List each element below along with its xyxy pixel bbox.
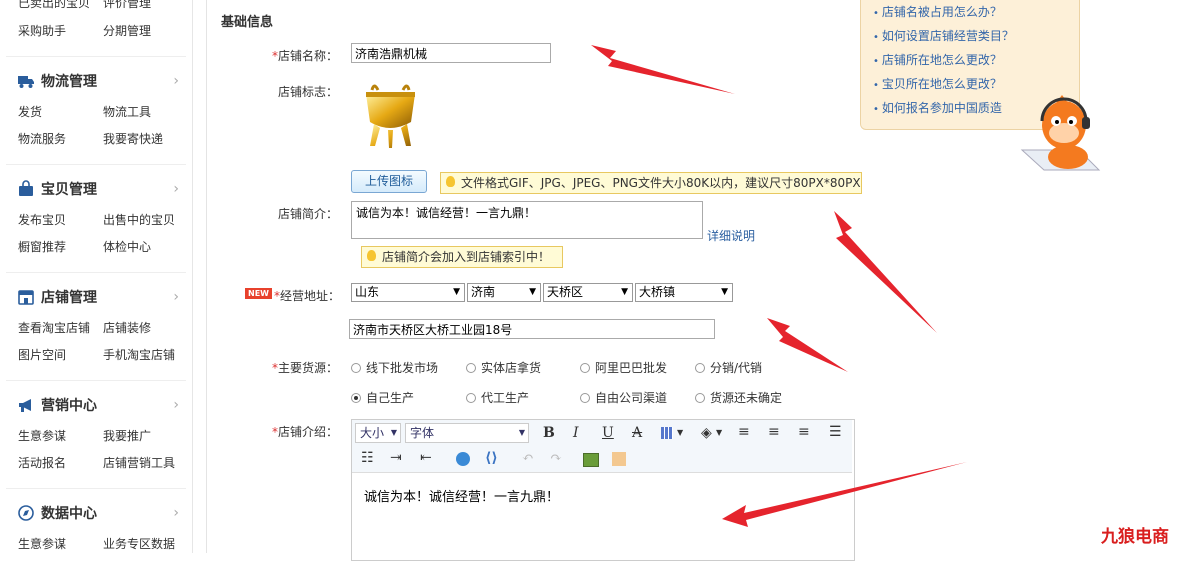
arrow-to-shop-intro	[834, 211, 937, 333]
arrow-to-description	[722, 462, 967, 527]
annotation-arrows	[591, 45, 967, 527]
watermark-logo: 九狼电商	[1101, 527, 1169, 547]
arrow-to-shop-name	[591, 45, 735, 94]
arrow-to-address	[767, 318, 848, 372]
